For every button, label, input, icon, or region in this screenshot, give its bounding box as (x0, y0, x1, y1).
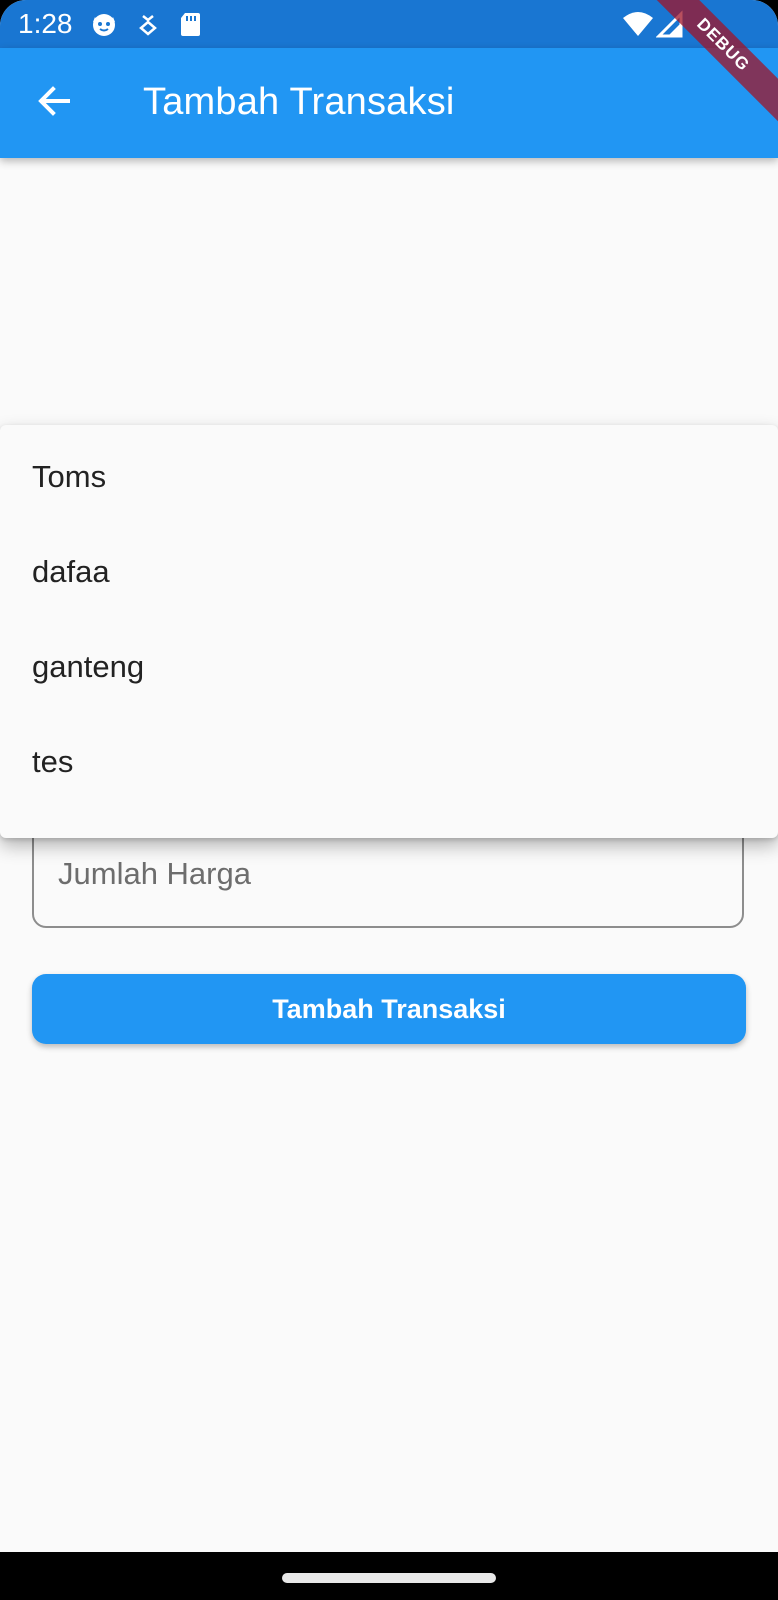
arrow-back-icon (36, 83, 72, 124)
back-button[interactable] (26, 75, 82, 131)
app-screen: 1:28 DEBUG Tambah Transaksi Jumlah Harga… (0, 0, 778, 1552)
status-bar: 1:28 (0, 0, 778, 48)
dropdown-item[interactable]: dafaa (0, 524, 778, 619)
submit-transaction-button[interactable]: Tambah Transaksi (32, 974, 746, 1044)
price-input[interactable] (56, 848, 720, 900)
home-gesture-handle[interactable] (282, 1573, 496, 1583)
wifi-icon (622, 10, 654, 38)
sd-card-icon (176, 10, 204, 38)
dropdown-menu: Toms dafaa ganteng tes (0, 425, 778, 838)
page-title: Tambah Transaksi (143, 81, 455, 123)
dropdown-item[interactable]: ganteng (0, 619, 778, 714)
dropdown-item[interactable]: Toms (0, 429, 778, 524)
cat-face-icon (90, 10, 118, 38)
status-time: 1:28 (18, 8, 73, 39)
android-debug-icon (134, 10, 162, 38)
dropdown-item[interactable]: tes (0, 714, 778, 809)
app-bar: Tambah Transaksi (0, 48, 778, 158)
